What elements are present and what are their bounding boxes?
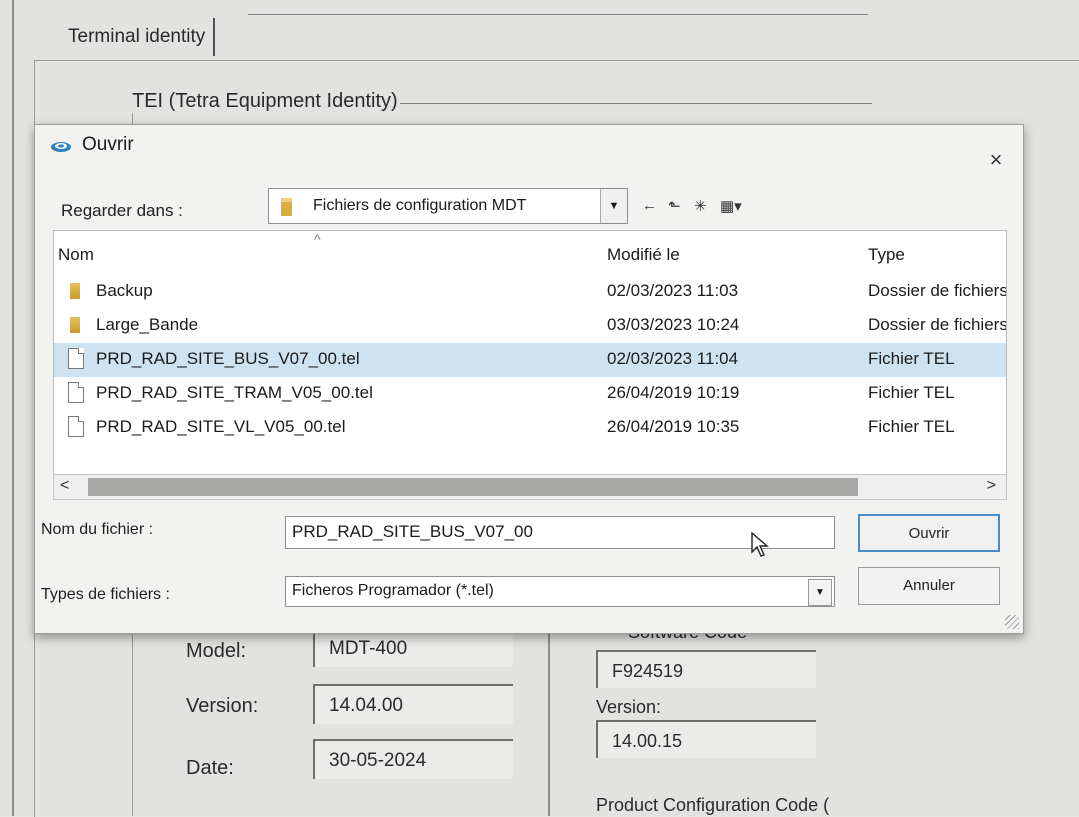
up-folder-icon[interactable]: ⬑ xyxy=(668,197,681,215)
column-header-type[interactable]: Type xyxy=(868,245,905,265)
file-modified: 03/03/2023 10:24 xyxy=(607,315,740,334)
scrollbar-thumb[interactable] xyxy=(88,478,858,496)
file-icon xyxy=(68,348,84,369)
file-icon xyxy=(68,382,84,403)
file-modified: 02/03/2023 11:04 xyxy=(607,349,739,368)
folder-icon xyxy=(281,198,292,216)
look-in-combo[interactable]: Fichiers de configuration MDT ▼ xyxy=(268,188,628,224)
file-type: Fichier TEL xyxy=(868,349,955,368)
product-config-label: Product Configuration Code ( xyxy=(596,795,830,815)
column-divider xyxy=(548,620,550,816)
chevron-down-icon[interactable]: ▼ xyxy=(808,579,832,606)
file-name: PRD_RAD_SITE_TRAM_V05_00.tel xyxy=(96,383,373,402)
list-item[interactable]: PRD_RAD_SITE_VL_V05_00.tel 26/04/2019 10… xyxy=(54,411,1006,445)
file-modified: 26/04/2019 10:19 xyxy=(607,383,740,402)
file-name: PRD_RAD_SITE_VL_V05_00.tel xyxy=(96,417,346,436)
look-in-label: Regarder dans : xyxy=(61,201,183,220)
filetype-label: Types de fichiers : xyxy=(41,586,170,603)
sort-ascending-icon: ^ xyxy=(314,231,321,247)
filename-label: Nom du fichier : xyxy=(41,521,154,538)
column-header-modified[interactable]: Modifié le xyxy=(607,245,680,265)
version-field[interactable]: 14.04.00 xyxy=(313,684,513,724)
look-in-value: Fichiers de configuration MDT xyxy=(313,197,527,214)
folder-icon xyxy=(70,317,80,333)
scroll-right-icon[interactable]: > xyxy=(987,477,996,495)
version-label: Version: xyxy=(186,695,259,717)
resize-grip[interactable] xyxy=(1005,615,1019,629)
list-item[interactable]: Large_Bande 03/03/2023 10:24 Dossier de … xyxy=(54,309,1007,343)
tab-terminal-identity[interactable]: Terminal identity xyxy=(60,18,216,56)
view-menu-icon[interactable]: ▦▾ xyxy=(720,197,742,215)
column-header-name[interactable]: Nom xyxy=(58,245,94,265)
right-version-label: Version: xyxy=(596,697,662,717)
file-type: Fichier TEL xyxy=(868,383,955,402)
open-file-dialog: Ouvrir × Regarder dans : Fichiers de con… xyxy=(34,124,1024,634)
file-type: Fichier TEL xyxy=(868,417,955,436)
list-item-selected[interactable]: PRD_RAD_SITE_BUS_V07_00.tel 02/03/2023 1… xyxy=(54,343,1006,377)
file-type: Dossier de fichiers xyxy=(868,315,1007,334)
mouse-cursor-icon xyxy=(751,532,769,557)
dialog-title: Ouvrir xyxy=(82,134,134,155)
right-version-field[interactable]: 14.00.15 xyxy=(596,720,816,758)
file-name: Large_Bande xyxy=(96,315,199,334)
back-arrow-icon[interactable]: ← xyxy=(642,197,657,214)
new-folder-icon[interactable]: ✳ xyxy=(694,197,707,215)
list-item[interactable]: Backup 02/03/2023 11:03 Dossier de fichi… xyxy=(54,275,1007,309)
file-modified: 26/04/2019 10:35 xyxy=(607,417,740,436)
close-button[interactable]: × xyxy=(981,147,1011,175)
scroll-left-icon[interactable]: < xyxy=(60,477,69,495)
file-name: PRD_RAD_SITE_BUS_V07_00.tel xyxy=(96,349,360,368)
file-modified: 02/03/2023 11:03 xyxy=(607,281,739,300)
chevron-down-icon[interactable]: ▼ xyxy=(600,189,627,223)
group-title-tei: TEI (Tetra Equipment Identity) xyxy=(130,90,400,113)
filetype-value: Ficheros Programador (*.tel) xyxy=(292,582,494,599)
close-icon: × xyxy=(989,147,1003,172)
cancel-button[interactable]: Annuler xyxy=(858,567,1000,605)
date-field[interactable]: 30-05-2024 xyxy=(313,739,513,779)
filetype-select[interactable]: Ficheros Programador (*.tel) ▼ xyxy=(285,576,835,607)
file-icon xyxy=(68,416,84,437)
file-name: Backup xyxy=(96,281,153,300)
date-label: Date: xyxy=(186,757,234,779)
software-code-field[interactable]: F924519 xyxy=(596,650,816,688)
tab-strip-line xyxy=(248,14,868,15)
app-icon xyxy=(51,142,71,152)
list-item[interactable]: PRD_RAD_SITE_TRAM_V05_00.tel 26/04/2019 … xyxy=(54,377,1006,411)
horizontal-scrollbar[interactable]: < > xyxy=(53,474,1007,500)
model-label: Model: xyxy=(186,640,247,662)
folder-icon xyxy=(70,283,80,299)
file-list: ^ Nom Modifié le Type Backup 02/03/2023 … xyxy=(53,230,1007,475)
open-button[interactable]: Ouvrir xyxy=(858,514,1000,552)
file-type: Dossier de fichiers xyxy=(868,281,1007,300)
